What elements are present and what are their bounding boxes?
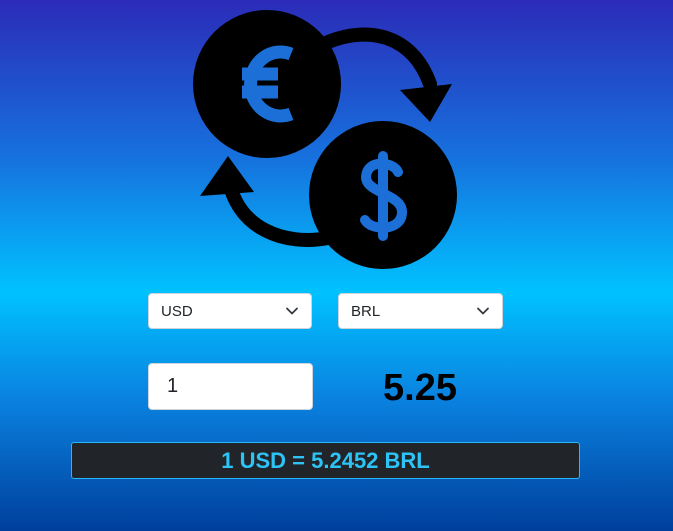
exchange-rate-text: 1 USD = 5.2452 BRL bbox=[221, 447, 430, 473]
to-currency-select[interactable]: BRL bbox=[338, 293, 503, 329]
exchange-rate-bar: 1 USD = 5.2452 BRL bbox=[71, 442, 580, 479]
from-currency-select[interactable]: USD bbox=[148, 293, 312, 329]
from-currency-value: USD bbox=[161, 302, 193, 320]
chevron-down-icon bbox=[285, 304, 299, 318]
to-currency-value: BRL bbox=[351, 302, 381, 320]
currency-exchange-icon bbox=[193, 10, 457, 269]
amount-input[interactable] bbox=[148, 363, 313, 410]
chevron-down-icon bbox=[476, 304, 490, 318]
converted-result: 5.25 bbox=[383, 367, 457, 409]
